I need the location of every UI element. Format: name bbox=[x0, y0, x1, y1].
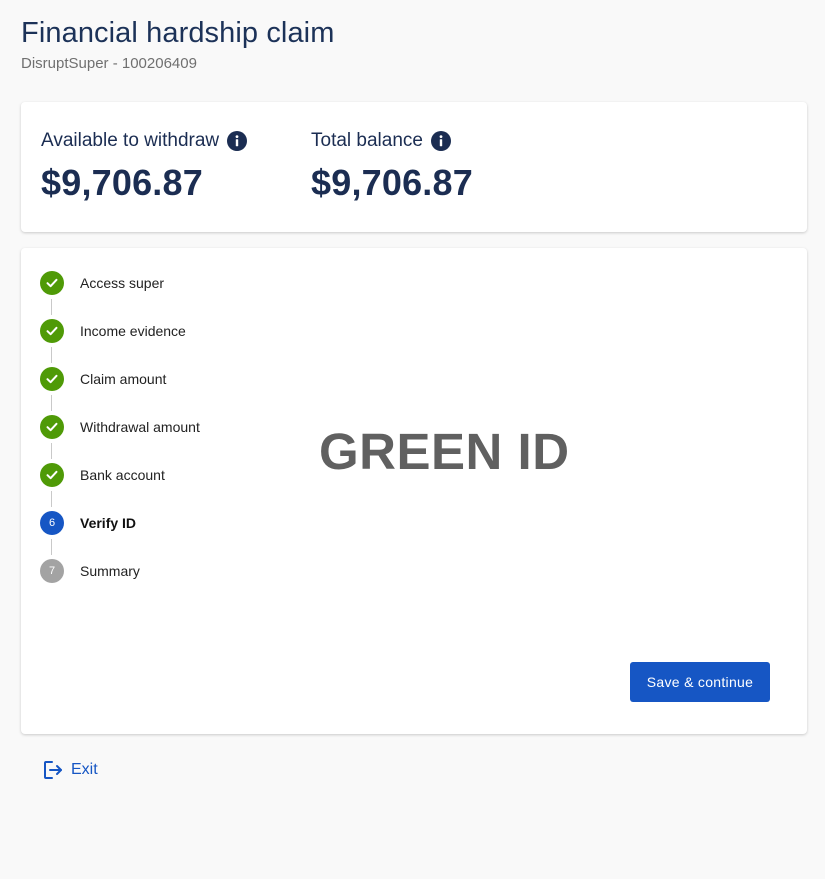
step-number: 7 bbox=[40, 559, 64, 583]
available-balance-label: Available to withdraw bbox=[41, 130, 220, 151]
step-label: Summary bbox=[80, 563, 140, 579]
check-icon bbox=[40, 415, 64, 439]
step-item: Income evidence bbox=[40, 319, 200, 367]
claim-steps-card: Access super Income evidence Claim amount W… bbox=[21, 248, 807, 734]
step-label: Claim amount bbox=[80, 371, 167, 387]
step-item: Bank account bbox=[40, 463, 200, 511]
total-balance-label: Total balance bbox=[311, 130, 423, 151]
step-number: 6 bbox=[40, 511, 64, 535]
step-connector bbox=[51, 539, 52, 555]
progress-stepper: Access super Income evidence Claim amount W… bbox=[40, 271, 200, 607]
account-subtitle: DisruptSuper - 100206409 bbox=[21, 55, 197, 72]
page: Financial hardship claim DisruptSuper - … bbox=[0, 0, 825, 879]
exit-link[interactable]: Exit bbox=[42, 759, 98, 781]
step-item: Claim amount bbox=[40, 367, 200, 415]
total-balance-label-row: Total balance bbox=[311, 130, 473, 152]
green-id-placeholder: GREEN ID bbox=[319, 423, 570, 480]
page-title: Financial hardship claim bbox=[21, 17, 335, 49]
available-balance: Available to withdraw $9,706.87 bbox=[41, 130, 248, 204]
total-balance-value: $9,706.87 bbox=[311, 162, 473, 203]
step-label: Income evidence bbox=[80, 323, 186, 339]
available-balance-label-row: Available to withdraw bbox=[41, 130, 248, 152]
info-icon[interactable] bbox=[227, 131, 248, 151]
step-label: Verify ID bbox=[80, 515, 137, 531]
step-label: Access super bbox=[80, 275, 165, 291]
total-balance: Total balance $9,706.87 bbox=[311, 130, 473, 204]
balance-card: Available to withdraw $9,706.87 Total ba… bbox=[21, 102, 807, 232]
save-continue-button[interactable]: Save & continue bbox=[630, 662, 770, 702]
check-icon bbox=[40, 271, 64, 295]
step-label: Bank account bbox=[80, 467, 165, 483]
step-label: Withdrawal amount bbox=[80, 419, 200, 435]
check-icon bbox=[40, 463, 64, 487]
step-connector bbox=[51, 347, 52, 363]
exit-icon bbox=[42, 759, 64, 781]
exit-label: Exit bbox=[71, 761, 98, 778]
info-icon[interactable] bbox=[430, 131, 451, 151]
available-balance-value: $9,706.87 bbox=[41, 162, 203, 203]
check-icon bbox=[40, 367, 64, 391]
step-item: Access super bbox=[40, 271, 200, 319]
step-item: 6 Verify ID bbox=[40, 511, 200, 559]
check-icon bbox=[40, 319, 64, 343]
step-item: 7 Summary bbox=[40, 559, 200, 607]
step-connector bbox=[51, 443, 52, 459]
step-connector bbox=[51, 299, 52, 315]
step-item: Withdrawal amount bbox=[40, 415, 200, 463]
step-connector bbox=[51, 395, 52, 411]
step-connector bbox=[51, 491, 52, 507]
